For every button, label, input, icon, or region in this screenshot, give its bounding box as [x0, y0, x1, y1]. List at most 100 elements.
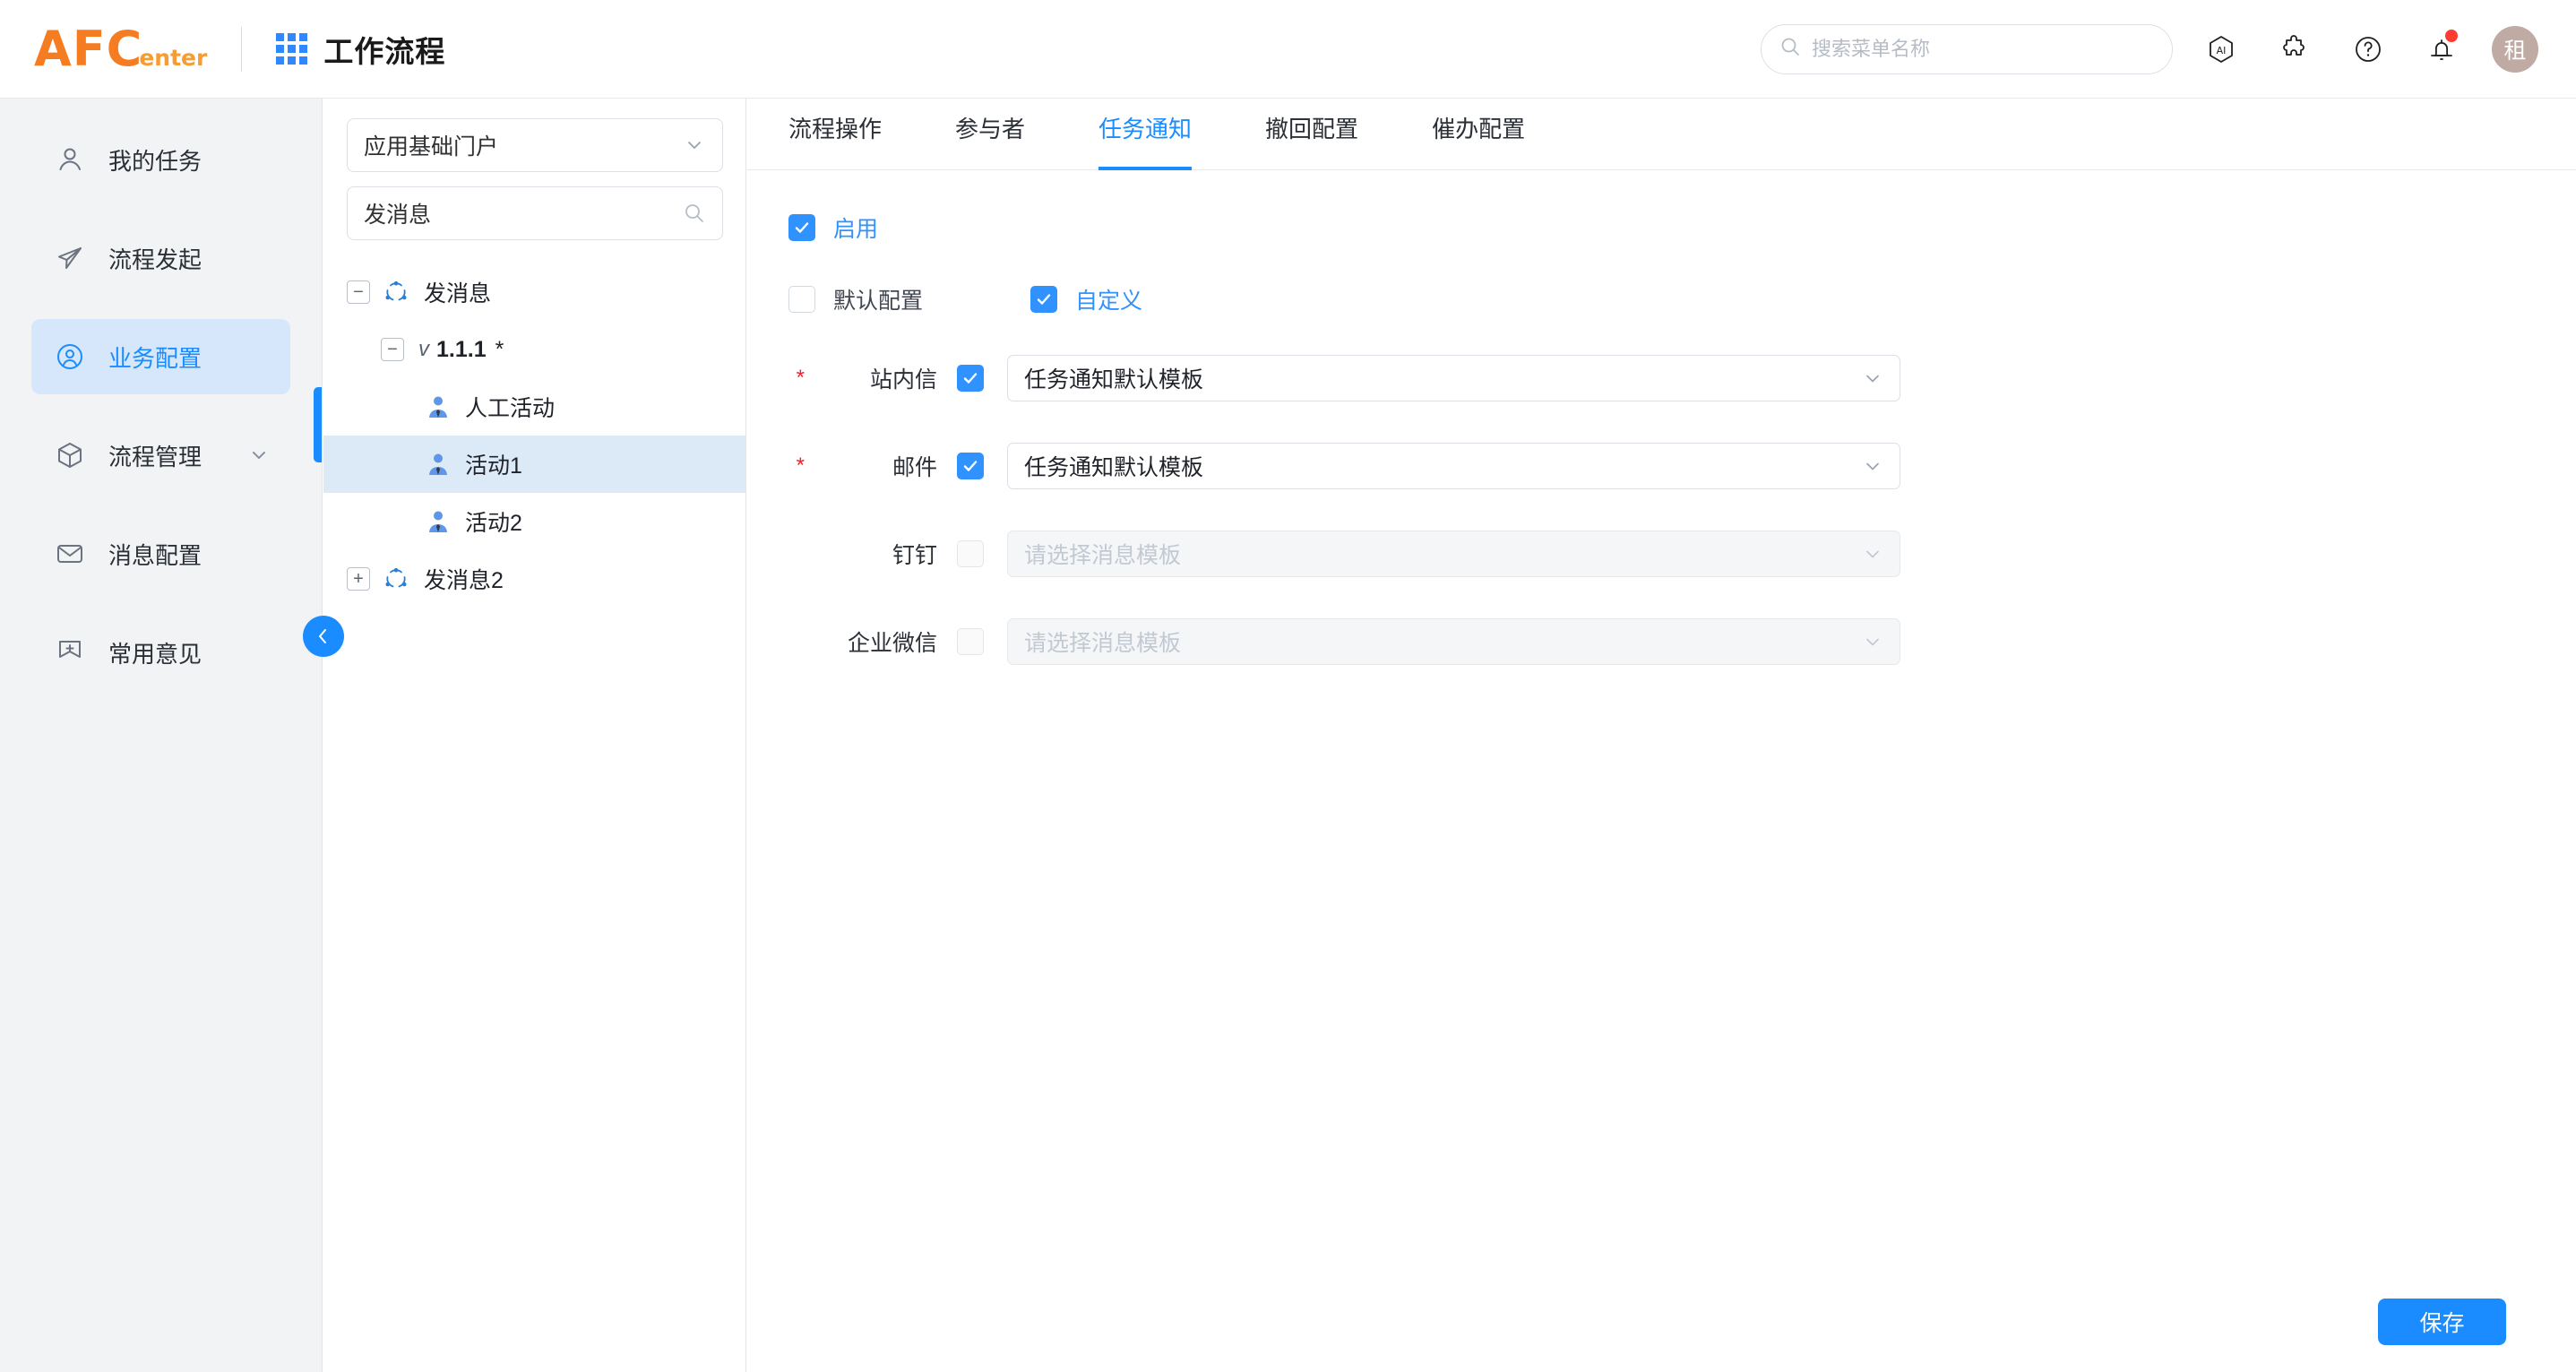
tab-reminder-config[interactable]: 催办配置: [1432, 99, 1525, 169]
channel-checkbox[interactable]: [957, 453, 984, 479]
search-icon[interactable]: [683, 202, 706, 225]
tab-process-operations[interactable]: 流程操作: [788, 99, 882, 169]
header-actions: AI: [1761, 24, 2538, 74]
tree-node-activity[interactable]: 人工活动: [323, 378, 745, 436]
process-flow-icon: [383, 565, 409, 592]
chevron-down-icon: [683, 134, 706, 157]
brand-logo[interactable]: AFC enter: [34, 25, 207, 73]
notification-form: 启用 默认配置 自定义 *: [747, 170, 2576, 665]
default-config-option[interactable]: 默认配置: [788, 283, 923, 315]
channel-label: 邮件: [805, 450, 957, 482]
tree-node-activity[interactable]: 活动2: [323, 493, 745, 550]
enable-checkbox[interactable]: [788, 214, 815, 241]
sidebar-item-label: 常用意见: [108, 636, 202, 669]
sidebar-item-process-management[interactable]: 流程管理: [31, 418, 290, 493]
tree-node-process[interactable]: + 发消息2: [323, 550, 745, 608]
activity-person-icon: [426, 510, 451, 533]
chevron-down-icon: [1862, 367, 1883, 389]
app-select[interactable]: 应用基础门户: [347, 118, 723, 172]
ai-assistant-icon[interactable]: AI: [2196, 24, 2246, 74]
page-title: 工作流程: [323, 28, 445, 71]
tree-node-label: 人工活动: [465, 391, 555, 423]
tree-node-version[interactable]: − v 1.1.1 *: [323, 321, 745, 378]
notification-badge-dot: [2445, 30, 2458, 42]
process-tree-panel: 应用基础门户 −: [323, 99, 746, 1372]
grid-apps-icon[interactable]: [276, 33, 307, 65]
search-icon: [1779, 36, 1801, 62]
tree-expander-plus-icon[interactable]: +: [347, 567, 370, 591]
sidebar-item-label: 我的任务: [108, 143, 202, 177]
activity-person-icon: [426, 395, 451, 419]
save-button[interactable]: 保存: [2378, 1299, 2506, 1345]
logo-sub-text: enter: [139, 45, 207, 71]
template-select[interactable]: 任务通知默认模板: [1007, 355, 1900, 401]
custom-config-label: 自定义: [1075, 283, 1142, 315]
channel-label: 钉钉: [805, 538, 957, 570]
help-circle-icon[interactable]: [2343, 24, 2393, 74]
user-icon: [53, 144, 87, 175]
collapse-sidebar-icon[interactable]: [303, 616, 344, 657]
enable-label: 启用: [833, 211, 878, 244]
tab-withdraw-config[interactable]: 撤回配置: [1265, 99, 1358, 169]
process-search-box[interactable]: [347, 186, 723, 240]
box-icon: [53, 440, 87, 470]
custom-config-checkbox[interactable]: [1030, 286, 1057, 313]
tree-node-process[interactable]: − 发消息: [323, 263, 745, 321]
channel-checkbox[interactable]: [957, 628, 984, 655]
mail-icon: [53, 539, 87, 569]
tab-participants[interactable]: 参与者: [955, 99, 1025, 169]
version-prefix: v: [418, 337, 429, 362]
sidebar-item-message-config[interactable]: 消息配置: [31, 516, 290, 591]
tree-node-label: 发消息: [424, 276, 491, 308]
sidebar-item-my-tasks[interactable]: 我的任务: [31, 122, 290, 197]
search-input[interactable]: [1812, 38, 2154, 61]
tree-node-label: 活动2: [465, 505, 522, 538]
channel-row-邮件: * 邮件 任务通知默认模板: [788, 443, 2576, 489]
template-select-value: 任务通知默认模板: [1024, 450, 1203, 482]
custom-config-option[interactable]: 自定义: [1030, 283, 1142, 315]
tree-node-activity-selected[interactable]: 活动1: [323, 436, 745, 493]
activity-person-icon: [426, 453, 451, 476]
user-circle-icon: [53, 341, 87, 372]
sidebar-item-business-config[interactable]: 业务配置: [31, 319, 290, 394]
sidebar-item-label: 消息配置: [108, 538, 202, 571]
default-config-checkbox[interactable]: [788, 286, 815, 313]
notification-bell-icon[interactable]: [2417, 24, 2467, 74]
channel-row-钉钉: 钉钉 请选择消息模板: [788, 531, 2576, 577]
channel-label: 企业微信: [805, 626, 957, 658]
channel-row-站内信: * 站内信 任务通知默认模板: [788, 355, 2576, 401]
chevron-down-icon[interactable]: [247, 444, 271, 467]
chevron-down-icon: [1862, 455, 1883, 477]
sidebar-item-label: 业务配置: [108, 341, 202, 374]
process-search-input[interactable]: [364, 201, 683, 227]
sidebar-item-label: 流程管理: [108, 439, 202, 472]
app-select-value: 应用基础门户: [364, 129, 498, 161]
channel-label: 站内信: [805, 362, 957, 394]
sidebar-item-label: 流程发起: [108, 242, 202, 275]
plugin-puzzle-icon[interactable]: [2270, 24, 2320, 74]
tree-expander-minus-icon[interactable]: −: [347, 280, 370, 304]
sidebar-item-process-launch[interactable]: 流程发起: [31, 220, 290, 296]
menu-search-box[interactable]: [1761, 24, 2173, 74]
tab-task-notification[interactable]: 任务通知: [1098, 99, 1192, 169]
config-tabs: 流程操作 参与者 任务通知 撤回配置 催办配置: [747, 99, 2576, 170]
channel-checkbox[interactable]: [957, 540, 984, 567]
sidebar-item-common-opinions[interactable]: 常用意见: [31, 615, 290, 690]
top-header-bar: AFC enter 工作流程 AI: [0, 0, 2576, 99]
svg-text:AI: AI: [2217, 45, 2227, 56]
template-select: 请选择消息模板: [1007, 531, 1900, 577]
channel-checkbox[interactable]: [957, 365, 984, 392]
chevron-down-icon: [1862, 631, 1883, 652]
logo-main-text: AFC: [34, 25, 142, 73]
channel-row-企业微信: 企业微信 请选择消息模板: [788, 618, 2576, 665]
default-config-label: 默认配置: [833, 283, 923, 315]
workflow-app: AFC enter 工作流程 AI: [0, 0, 2576, 1372]
template-select[interactable]: 任务通知默认模板: [1007, 443, 1900, 489]
version-number: 1.1.1: [436, 337, 487, 363]
content-area: 流程操作 参与者 任务通知 撤回配置 催办配置 启用 默认配置: [747, 99, 2576, 1372]
process-tree: − 发消息 − v 1.1.1 *: [347, 263, 722, 608]
channel-rows: * 站内信 任务通知默认模板: [788, 355, 2576, 665]
user-avatar[interactable]: 租: [2492, 26, 2538, 73]
chevron-down-icon: [1862, 543, 1883, 565]
tree-expander-minus-icon[interactable]: −: [381, 338, 404, 361]
